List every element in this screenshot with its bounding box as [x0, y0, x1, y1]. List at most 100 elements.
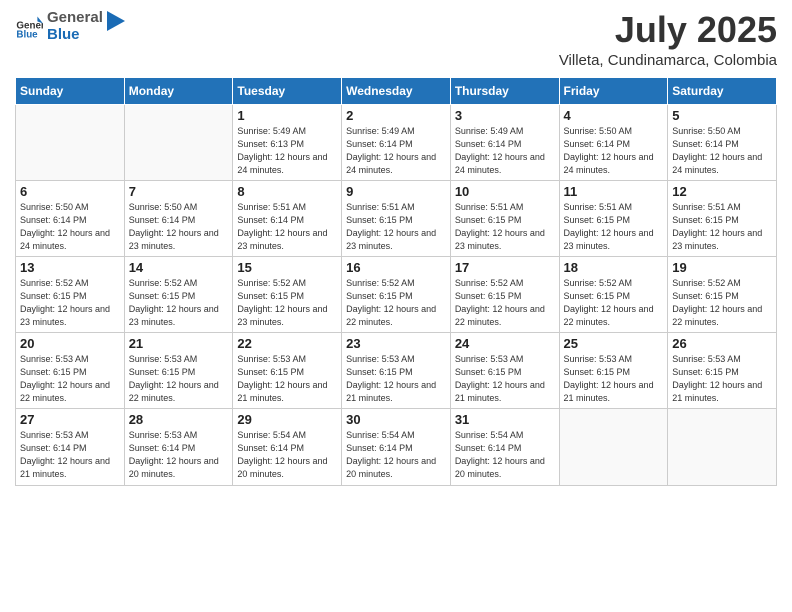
day-info: Sunrise: 5:53 AMSunset: 6:15 PMDaylight:…	[564, 353, 664, 405]
day-info: Sunrise: 5:50 AMSunset: 6:14 PMDaylight:…	[129, 201, 229, 253]
day-info: Sunrise: 5:51 AMSunset: 6:14 PMDaylight:…	[237, 201, 337, 253]
day-number: 8	[237, 184, 337, 199]
calendar-cell: 23 Sunrise: 5:53 AMSunset: 6:15 PMDayligh…	[342, 333, 451, 409]
calendar-cell: 9 Sunrise: 5:51 AMSunset: 6:15 PMDaylight…	[342, 180, 451, 256]
day-info: Sunrise: 5:51 AMSunset: 6:15 PMDaylight:…	[564, 201, 664, 253]
day-info: Sunrise: 5:51 AMSunset: 6:15 PMDaylight:…	[672, 201, 772, 253]
calendar-cell: 31Sunrise: 5:54 AMSunset: 6:14 PMDayligh…	[450, 409, 559, 485]
day-number: 6	[20, 184, 120, 199]
day-info: Sunrise: 5:53 AMSunset: 6:14 PMDaylight:…	[129, 429, 229, 481]
day-info: Sunrise: 5:52 AMSunset: 6:15 PMDaylight:…	[129, 277, 229, 329]
calendar-cell: 17Sunrise: 5:52 AMSunset: 6:15 PMDayligh…	[450, 256, 559, 332]
day-info: Sunrise: 5:52 AMSunset: 6:15 PMDaylight:…	[346, 277, 446, 329]
day-info: Sunrise: 5:50 AMSunset: 6:14 PMDaylight:…	[672, 125, 772, 177]
day-info: Sunrise: 5:50 AMSunset: 6:14 PMDaylight:…	[20, 201, 120, 253]
calendar-cell	[559, 409, 668, 485]
day-info: Sunrise: 5:50 AMSunset: 6:14 PMDaylight:…	[564, 125, 664, 177]
calendar-cell: 14 Sunrise: 5:52 AMSunset: 6:15 PMDayligh…	[124, 256, 233, 332]
day-number: 17	[455, 260, 555, 275]
day-info: Sunrise: 5:52 AMSunset: 6:15 PMDaylight:…	[672, 277, 772, 329]
day-number: 21	[129, 336, 229, 351]
day-number: 28	[129, 412, 229, 427]
calendar-cell: 16 Sunrise: 5:52 AMSunset: 6:15 PMDayligh…	[342, 256, 451, 332]
month-year-title: July 2025	[559, 10, 777, 50]
day-number: 12	[672, 184, 772, 199]
calendar-cell: 29 Sunrise: 5:54 AMSunset: 6:14 PMDayligh…	[233, 409, 342, 485]
day-info: Sunrise: 5:51 AMSunset: 6:15 PMDaylight:…	[346, 201, 446, 253]
calendar-cell: 12 Sunrise: 5:51 AMSunset: 6:15 PMDayligh…	[668, 180, 777, 256]
day-number: 11	[564, 184, 664, 199]
calendar-cell: 22 Sunrise: 5:53 AMSunset: 6:15 PMDayligh…	[233, 333, 342, 409]
day-info: Sunrise: 5:52 AMSunset: 6:15 PMDaylight:…	[237, 277, 337, 329]
day-info: Sunrise: 5:53 AMSunset: 6:15 PMDaylight:…	[346, 353, 446, 405]
calendar-cell: 13Sunrise: 5:52 AMSunset: 6:15 PMDayligh…	[16, 256, 125, 332]
day-info: Sunrise: 5:53 AMSunset: 6:14 PMDaylight:…	[20, 429, 120, 481]
weekday-header-tuesday: Tuesday	[233, 77, 342, 104]
day-info: Sunrise: 5:53 AMSunset: 6:15 PMDaylight:…	[20, 353, 120, 405]
calendar-cell	[16, 104, 125, 180]
day-number: 15	[237, 260, 337, 275]
location-subtitle: Villeta, Cundinamarca, Colombia	[559, 52, 777, 69]
day-number: 7	[129, 184, 229, 199]
week-row-5: 27 Sunrise: 5:53 AMSunset: 6:14 PMDayligh…	[16, 409, 777, 485]
weekday-header-wednesday: Wednesday	[342, 77, 451, 104]
calendar-cell	[124, 104, 233, 180]
day-info: Sunrise: 5:53 AMSunset: 6:15 PMDaylight:…	[129, 353, 229, 405]
calendar-cell: 3 Sunrise: 5:49 AMSunset: 6:14 PMDaylight…	[450, 104, 559, 180]
day-number: 16	[346, 260, 446, 275]
logo-flag-icon	[107, 11, 127, 43]
day-info: Sunrise: 5:54 AMSunset: 6:14 PMDaylight:…	[346, 429, 446, 481]
day-info: Sunrise: 5:49 AMSunset: 6:13 PMDaylight:…	[237, 125, 337, 177]
day-number: 23	[346, 336, 446, 351]
weekday-header-monday: Monday	[124, 77, 233, 104]
day-number: 3	[455, 108, 555, 123]
day-info: Sunrise: 5:53 AMSunset: 6:15 PMDaylight:…	[455, 353, 555, 405]
calendar-cell: 5 Sunrise: 5:50 AMSunset: 6:14 PMDaylight…	[668, 104, 777, 180]
calendar-cell: 11 Sunrise: 5:51 AMSunset: 6:15 PMDayligh…	[559, 180, 668, 256]
calendar-cell	[668, 409, 777, 485]
calendar-cell: 21 Sunrise: 5:53 AMSunset: 6:15 PMDayligh…	[124, 333, 233, 409]
day-number: 27	[20, 412, 120, 427]
day-number: 10	[455, 184, 555, 199]
calendar-cell: 6 Sunrise: 5:50 AMSunset: 6:14 PMDaylight…	[16, 180, 125, 256]
day-number: 26	[672, 336, 772, 351]
day-info: Sunrise: 5:49 AMSunset: 6:14 PMDaylight:…	[346, 125, 446, 177]
day-number: 25	[564, 336, 664, 351]
day-number: 1	[237, 108, 337, 123]
day-info: Sunrise: 5:54 AMSunset: 6:14 PMDaylight:…	[237, 429, 337, 481]
day-number: 14	[129, 260, 229, 275]
weekday-header-row: SundayMondayTuesdayWednesdayThursdayFrid…	[16, 77, 777, 104]
day-number: 22	[237, 336, 337, 351]
calendar-cell: 24Sunrise: 5:53 AMSunset: 6:15 PMDayligh…	[450, 333, 559, 409]
weekday-header-friday: Friday	[559, 77, 668, 104]
day-number: 4	[564, 108, 664, 123]
day-info: Sunrise: 5:53 AMSunset: 6:15 PMDaylight:…	[237, 353, 337, 405]
logo-icon: General Blue	[15, 13, 43, 41]
day-number: 9	[346, 184, 446, 199]
day-number: 5	[672, 108, 772, 123]
logo-blue-text: Blue	[47, 27, 103, 44]
logo: General Blue General Blue	[15, 10, 127, 43]
day-info: Sunrise: 5:53 AMSunset: 6:15 PMDaylight:…	[672, 353, 772, 405]
day-info: Sunrise: 5:49 AMSunset: 6:14 PMDaylight:…	[455, 125, 555, 177]
day-number: 20	[20, 336, 120, 351]
calendar-cell: 15 Sunrise: 5:52 AMSunset: 6:15 PMDayligh…	[233, 256, 342, 332]
weekday-header-saturday: Saturday	[668, 77, 777, 104]
calendar-cell: 26 Sunrise: 5:53 AMSunset: 6:15 PMDayligh…	[668, 333, 777, 409]
calendar-cell: 18Sunrise: 5:52 AMSunset: 6:15 PMDayligh…	[559, 256, 668, 332]
calendar-table: SundayMondayTuesdayWednesdayThursdayFrid…	[15, 77, 777, 486]
day-number: 18	[564, 260, 664, 275]
day-number: 2	[346, 108, 446, 123]
weekday-header-thursday: Thursday	[450, 77, 559, 104]
calendar-cell: 10Sunrise: 5:51 AMSunset: 6:15 PMDayligh…	[450, 180, 559, 256]
day-number: 29	[237, 412, 337, 427]
calendar-cell: 28 Sunrise: 5:53 AMSunset: 6:14 PMDayligh…	[124, 409, 233, 485]
week-row-1: 1 Sunrise: 5:49 AMSunset: 6:13 PMDaylight…	[16, 104, 777, 180]
logo-general-text: General	[47, 10, 103, 27]
day-number: 19	[672, 260, 772, 275]
day-number: 31	[455, 412, 555, 427]
title-block: July 2025 Villeta, Cundinamarca, Colombi…	[559, 10, 777, 69]
calendar-cell: 8 Sunrise: 5:51 AMSunset: 6:14 PMDaylight…	[233, 180, 342, 256]
calendar-cell: 7 Sunrise: 5:50 AMSunset: 6:14 PMDaylight…	[124, 180, 233, 256]
calendar-cell: 2 Sunrise: 5:49 AMSunset: 6:14 PMDaylight…	[342, 104, 451, 180]
